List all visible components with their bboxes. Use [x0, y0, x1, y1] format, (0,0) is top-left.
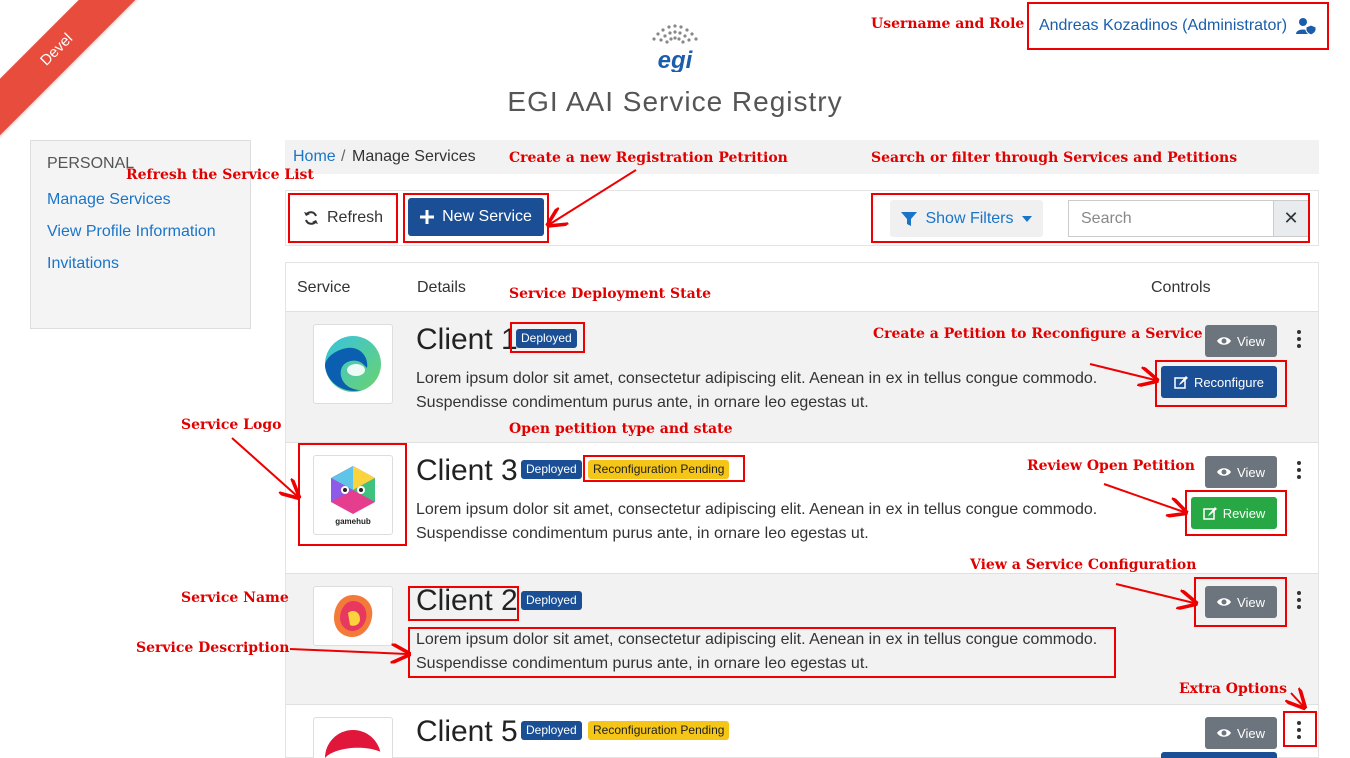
reconfigure-button-partial[interactable] — [1161, 752, 1277, 758]
annotation-label: Create a new Registration Petrition — [509, 150, 788, 166]
annotation-box — [403, 193, 549, 243]
service-logo — [313, 717, 393, 758]
annotation-label: Open petition type and state — [509, 421, 733, 437]
service-description-line: Suspendisse condimentum purus ante, in o… — [416, 525, 869, 542]
edge-logo-icon — [325, 336, 381, 392]
annotation-label: Username and Role — [871, 16, 1025, 32]
annotation-label: Service Logo — [181, 417, 282, 433]
sidebar-heading: PERSONAL — [47, 155, 135, 172]
annotation-label: Service Description — [136, 640, 290, 656]
breadcrumb-home[interactable]: Home — [293, 148, 336, 166]
view-label: View — [1237, 333, 1265, 349]
annotation-label: Service Name — [181, 590, 289, 606]
app-title: EGI AAI Service Registry — [507, 86, 843, 117]
annotation-box — [1194, 577, 1287, 627]
annotation-label: Service Deployment State — [509, 286, 712, 302]
more-options-icon[interactable] — [1293, 330, 1305, 348]
annotation-box — [408, 627, 1116, 678]
annotation-label: Create a Petition to Reconfigure a Servi… — [873, 326, 1203, 342]
annotation-box — [1283, 711, 1317, 747]
view-label: View — [1237, 725, 1265, 741]
service-name[interactable]: Client 5 — [416, 715, 518, 749]
sidebar-item-manage-services[interactable]: Manage Services — [47, 191, 171, 209]
annotation-box — [583, 455, 745, 482]
annotation-box — [298, 443, 407, 546]
eye-icon — [1217, 729, 1232, 737]
eye-icon — [1217, 468, 1232, 476]
annotation-box — [288, 193, 398, 243]
service-description-line: Suspendisse condimentum purus ante, in o… — [416, 394, 869, 411]
view-button[interactable]: View — [1205, 325, 1277, 357]
annotation-label: Refresh the Service List — [126, 167, 314, 183]
annotation-box — [1155, 360, 1287, 407]
more-options-icon[interactable] — [1293, 461, 1305, 479]
service-logo — [313, 586, 393, 646]
annotation-box — [1185, 490, 1287, 536]
column-header-service: Service — [297, 279, 351, 296]
view-label: View — [1237, 464, 1265, 480]
status-badge: Deployed — [521, 721, 582, 740]
annotation-box — [408, 586, 519, 621]
status-badge: Deployed — [521, 460, 582, 479]
service-description: Lorem ipsum dolor sit amet, consectetur … — [416, 498, 1116, 546]
breadcrumb-current: Manage Services — [352, 148, 476, 165]
service-name[interactable]: Client 1 — [416, 323, 518, 357]
egi-logo: egi — [652, 24, 698, 72]
sidebar-item-view-profile[interactable]: View Profile Information — [47, 223, 216, 241]
sidebar-item-invitations[interactable]: Invitations — [47, 255, 119, 273]
service-name[interactable]: Client 3 — [416, 454, 518, 488]
annotation-box — [510, 322, 585, 353]
breadcrumb-separator: / — [341, 148, 346, 165]
annotation-label: Extra Options — [1179, 681, 1287, 697]
user-name-role: Andreas Kozadinos (Administrator) — [1038, 17, 1288, 34]
column-header-controls: Controls — [1151, 279, 1211, 296]
annotation-label: Review Open Petition — [1027, 458, 1195, 474]
svg-text:egi: egi — [658, 47, 694, 72]
service-description-line: Lorem ipsum dolor sit amet, consectetur … — [416, 370, 1098, 387]
more-options-icon[interactable] — [1293, 591, 1305, 609]
lion-logo-icon — [334, 595, 373, 637]
annotation-label: Search or filter through Services and Pe… — [871, 150, 1238, 166]
service-description: Lorem ipsum dolor sit amet, consectetur … — [416, 367, 1116, 415]
annotation-label: View a Service Configuration — [970, 557, 1197, 573]
view-button[interactable]: View — [1205, 717, 1277, 749]
service-description-line: Lorem ipsum dolor sit amet, consectetur … — [416, 501, 1098, 518]
service-logo — [313, 324, 393, 404]
column-header-details: Details — [417, 279, 466, 296]
view-button[interactable]: View — [1205, 456, 1277, 488]
user-menu[interactable]: Andreas Kozadinos (Administrator) — [1027, 2, 1329, 50]
status-badge: Deployed — [521, 591, 582, 610]
annotation-box — [871, 193, 1310, 243]
user-shield-icon — [1296, 18, 1317, 35]
petition-badge: Reconfiguration Pending — [588, 721, 730, 740]
eye-icon — [1217, 337, 1232, 345]
pepsi-logo-icon — [325, 729, 381, 758]
